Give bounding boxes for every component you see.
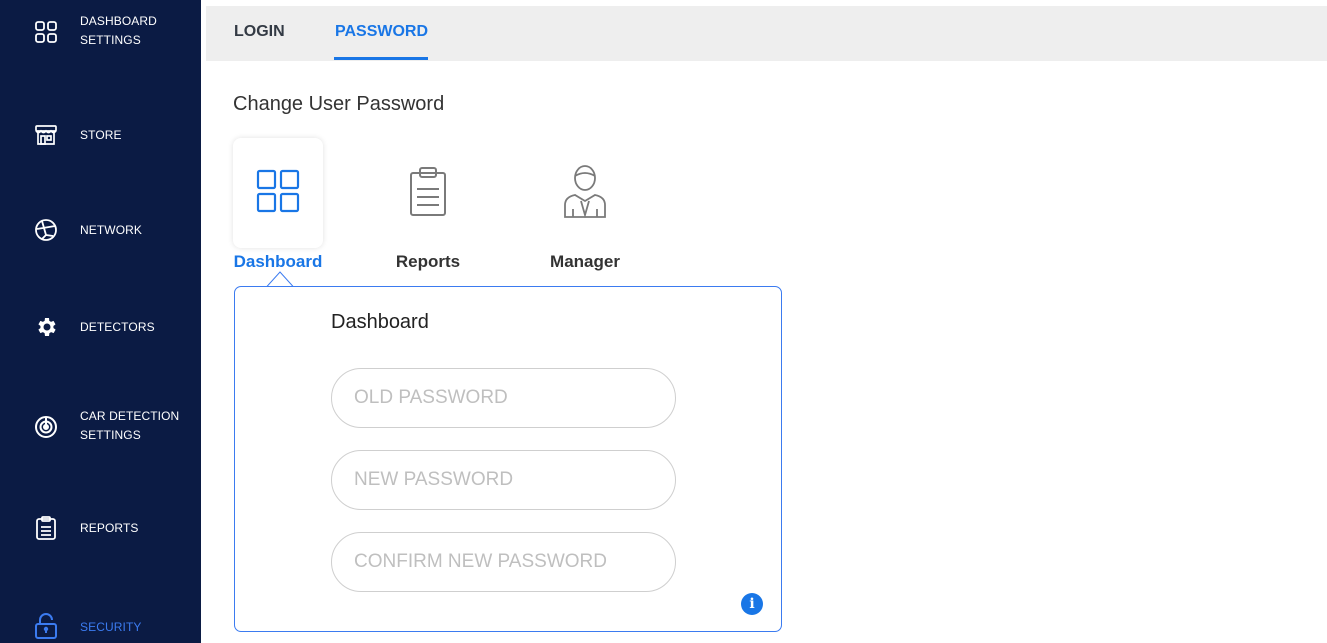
grid-icon (34, 20, 58, 44)
tab-bar: LOGIN PASSWORD (206, 6, 1327, 61)
sidebar-item-car-detection-settings[interactable]: CAR DETECTION SETTINGS (0, 407, 201, 447)
role-card (540, 138, 630, 248)
role-label: Dashboard (233, 252, 323, 271)
password-form-panel: Dashboard i (234, 286, 782, 632)
sidebar-item-label: DETECTORS (80, 320, 155, 334)
active-tab-indicator (334, 57, 428, 60)
sidebar-item-store[interactable]: STORE (0, 120, 201, 150)
sidebar-item-reports[interactable]: REPORTS (0, 513, 201, 543)
manager-icon (561, 163, 609, 224)
tab-login[interactable]: LOGIN (234, 23, 285, 41)
gear-icon (34, 315, 58, 339)
grid-icon (256, 169, 300, 218)
sidebar-divider (201, 0, 206, 643)
sidebar-item-label: STORE (80, 128, 122, 142)
clipboard-icon (34, 516, 58, 540)
role-label: Manager (550, 252, 620, 271)
sidebar-item-security[interactable]: SECURITY (0, 611, 201, 641)
sidebar: DASHBOARD SETTINGS STORE NETWORK DETECTOR… (0, 0, 201, 643)
role-manager[interactable]: Manager (540, 138, 630, 272)
radar-icon (34, 415, 58, 439)
info-icon[interactable]: i (741, 593, 763, 615)
form-title: Dashboard (331, 311, 429, 333)
role-label: Reports (395, 252, 461, 271)
role-card (233, 138, 323, 248)
sidebar-item-network[interactable]: NETWORK (0, 215, 201, 245)
sidebar-item-label: SECURITY (80, 620, 142, 634)
sidebar-item-label: REPORTS (80, 521, 139, 535)
role-card (383, 138, 473, 248)
store-icon (34, 123, 58, 147)
sidebar-item-label: NETWORK (80, 223, 143, 237)
sidebar-item-label: CAR DETECTION SETTINGS (80, 409, 180, 442)
confirm-password-field[interactable] (331, 532, 676, 592)
network-icon (34, 218, 58, 242)
sidebar-item-dashboard-settings[interactable]: DASHBOARD SETTINGS (0, 12, 201, 52)
new-password-field[interactable] (331, 450, 676, 510)
role-reports[interactable]: Reports (383, 138, 473, 272)
page-title: Change User Password (233, 93, 445, 115)
clipboard-icon (408, 165, 448, 222)
sidebar-item-detectors[interactable]: DETECTORS (0, 312, 201, 342)
role-dashboard[interactable]: Dashboard (233, 138, 323, 272)
lock-icon (34, 613, 58, 639)
sidebar-item-label: DASHBOARD SETTINGS (80, 14, 157, 47)
old-password-field[interactable] (331, 368, 676, 428)
tab-password[interactable]: PASSWORD (335, 23, 428, 41)
